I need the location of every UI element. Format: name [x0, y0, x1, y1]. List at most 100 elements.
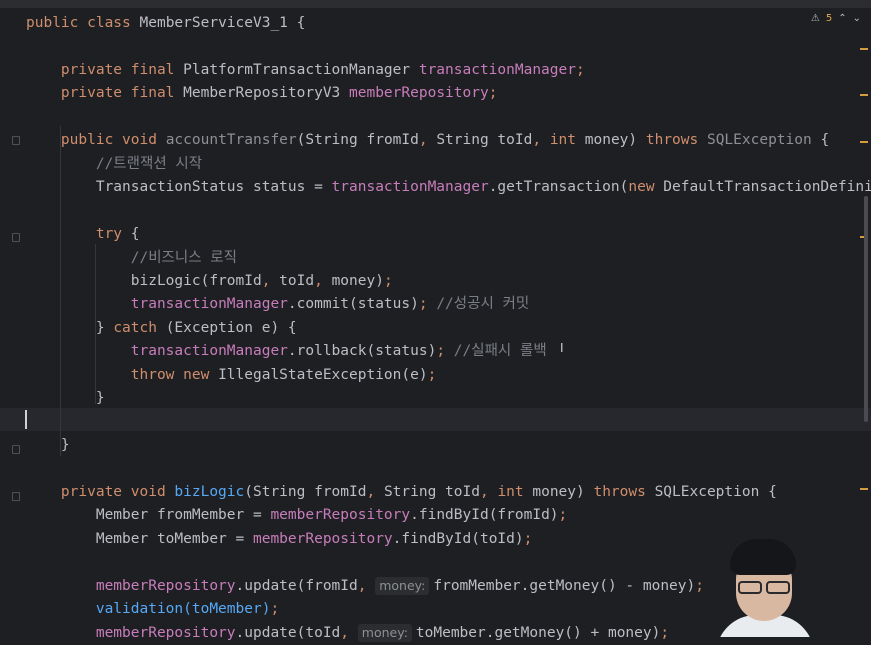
code-token: , — [366, 484, 384, 500]
code-token: , — [261, 272, 280, 289]
code-token: , — [357, 577, 376, 594]
code-line[interactable]: validation(toMember); — [26, 598, 279, 621]
code-token: int — [549, 132, 585, 149]
fold-icon[interactable] — [12, 136, 20, 145]
code-token: ; — [436, 343, 454, 360]
code-token: (String fromId — [244, 484, 367, 500]
code-token: , — [340, 624, 358, 641]
code-line[interactable]: Member toMember = memberRepository.findB… — [26, 528, 533, 551]
code-line[interactable]: private void bizLogic(String fromId, Str… — [26, 481, 777, 504]
code-token: TransactionStatus status = — [26, 179, 332, 196]
code-line[interactable]: transactionManager.commit(status); //성공시… — [26, 293, 529, 316]
code-token: fromMember.getMoney() - money) — [433, 577, 696, 594]
chevron-down-icon[interactable]: ⌄ — [853, 13, 861, 24]
text-caret — [25, 410, 27, 429]
code-line[interactable]: //비즈니스 로직 — [26, 247, 237, 270]
warning-stripe[interactable] — [860, 141, 868, 143]
code-token: memberRepository — [95, 577, 236, 594]
code-token: ; — [418, 296, 437, 313]
code-token: .update(fromId — [235, 577, 358, 594]
code-token: ; — [575, 61, 585, 78]
code-line[interactable]: public class MemberServiceV3_1 { — [26, 12, 305, 35]
code-token: memberRepository — [270, 507, 411, 524]
code-token: , — [418, 132, 437, 149]
warning-icon: ⚠ — [810, 12, 820, 24]
code-token: { — [811, 132, 830, 149]
code-token: money) — [331, 272, 384, 289]
code-token: public void — [26, 132, 166, 149]
warning-stripe[interactable] — [860, 94, 868, 96]
code-line[interactable]: private final PlatformTransactionManager… — [26, 59, 585, 82]
fold-icon[interactable] — [12, 233, 20, 242]
code-token: int — [497, 484, 533, 500]
fold-icon[interactable] — [12, 445, 20, 454]
code-line[interactable]: memberRepository.update(toId, money: toMe… — [26, 622, 669, 645]
code-token: Member fromMember = — [26, 507, 271, 524]
code-token: catch — [113, 319, 166, 336]
code-token: memberRepository — [349, 85, 489, 102]
code-token: transactionManager — [331, 179, 489, 196]
code-line[interactable]: Member fromMember = memberRepository.fin… — [26, 504, 567, 527]
code-line[interactable]: } catch (Exception e) { — [26, 317, 297, 340]
code-token: transactionManager — [130, 296, 288, 313]
code-token: toId — [279, 272, 315, 289]
code-line[interactable]: //트랜잭션 시작 — [26, 153, 202, 176]
code-token: ; — [558, 507, 568, 524]
code-token: //트랜잭션 시작 — [26, 155, 203, 172]
code-token: bizLogic(fromId — [26, 272, 262, 289]
code-token: ; — [270, 601, 280, 618]
inspection-widget[interactable]: ⚠ 5 ⌃ ⌄ — [811, 10, 861, 26]
code-token: DefaultTransactionDefinit — [663, 179, 871, 196]
code-token: transactionManager — [130, 343, 288, 360]
code-line[interactable]: transactionManager.rollback(status); //실… — [26, 340, 547, 363]
parameter-hint: money: — [357, 623, 412, 642]
code-token: try — [26, 226, 131, 243]
code-token: SQLException { — [654, 484, 777, 500]
code-token: throws — [593, 484, 655, 500]
code-token: .findById(fromId) — [410, 507, 559, 524]
current-line-highlight — [0, 408, 871, 431]
vertical-scrollbar[interactable] — [864, 196, 868, 422]
code-token: , — [479, 484, 498, 500]
code-line[interactable]: public void accountTransfer(String fromI… — [26, 129, 829, 152]
code-token: new — [628, 179, 664, 196]
code-token: ; — [383, 272, 393, 289]
text-cursor-icon: I — [560, 341, 564, 355]
code-token: ; — [660, 624, 670, 641]
code-token: { — [130, 226, 140, 243]
code-token: //비즈니스 로직 — [26, 249, 237, 266]
glasses-icon — [732, 581, 796, 595]
code-line[interactable]: bizLogic(fromId, toId, money); — [26, 270, 393, 293]
warning-stripe[interactable] — [860, 488, 868, 490]
code-token: String toId — [436, 132, 533, 149]
code-token: ; — [523, 530, 533, 547]
code-token: .update(toId — [235, 624, 341, 641]
code-line[interactable]: } — [26, 434, 70, 457]
warning-stripe[interactable] — [860, 48, 868, 50]
code-line[interactable]: private final MemberRepositoryV3 memberR… — [26, 82, 498, 105]
code-token: private final — [26, 85, 184, 102]
code-token: money) — [584, 132, 646, 149]
code-token: , — [314, 272, 332, 289]
code-token: bizLogic — [174, 484, 245, 500]
code-token: //성공시 커밋 — [436, 296, 530, 313]
code-token: IllegalStateException(e) — [218, 366, 428, 383]
code-token: (Exception e) { — [165, 319, 297, 336]
code-token: String toId — [383, 484, 480, 500]
code-line[interactable]: throw new IllegalStateException(e); — [26, 364, 437, 387]
presenter-hair — [730, 539, 796, 575]
chevron-up-icon[interactable]: ⌃ — [838, 13, 846, 24]
line-gutter[interactable] — [0, 8, 24, 637]
code-token: } — [26, 319, 114, 336]
code-token: private final — [26, 61, 184, 78]
code-token: ; — [695, 577, 704, 594]
presenter-webcam — [712, 535, 817, 637]
code-line[interactable]: TransactionStatus status = transactionMa… — [26, 176, 871, 199]
code-token: memberRepository — [252, 530, 393, 547]
code-line[interactable]: } — [26, 387, 105, 410]
code-line[interactable]: memberRepository.update(fromId, money: fr… — [26, 575, 704, 598]
code-line[interactable]: try { — [26, 223, 140, 246]
fold-icon[interactable] — [12, 492, 20, 501]
